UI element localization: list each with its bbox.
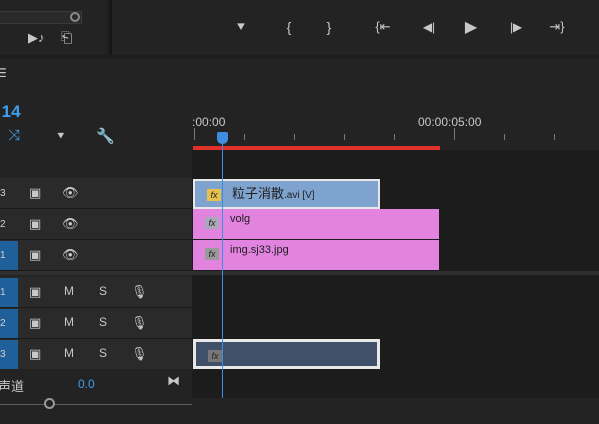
source-scrub-handle[interactable] bbox=[70, 12, 80, 22]
play-icon[interactable]: ▶ bbox=[460, 17, 482, 37]
toggle-sync-lock-icon[interactable]: ▣ bbox=[29, 346, 41, 362]
go-to-in-icon[interactable]: {⇤ bbox=[372, 17, 394, 37]
track-target-v2[interactable]: 2 bbox=[0, 210, 18, 239]
track-header-a3: 3 ▣ M S 🎙 bbox=[0, 339, 192, 370]
master-track-header: 声道 0.0 ⧓ bbox=[0, 369, 192, 397]
track-target-a2[interactable]: 2 bbox=[0, 309, 18, 338]
toggle-sync-lock-icon[interactable]: ▣ bbox=[29, 284, 41, 300]
step-forward-icon[interactable]: |▶ bbox=[505, 17, 527, 37]
solo-button[interactable]: S bbox=[99, 284, 107, 298]
eye-icon[interactable]: 👁 bbox=[62, 216, 79, 232]
track-target-a3[interactable]: 3 bbox=[0, 340, 18, 369]
export-frame-icon[interactable]: ▶♪ bbox=[28, 30, 45, 46]
track-header-a1: 1 ▣ M S 🎙 bbox=[0, 277, 192, 308]
toggle-sync-lock-icon[interactable]: ▣ bbox=[29, 185, 41, 201]
video-audio-divider[interactable] bbox=[0, 271, 599, 275]
wrench-icon[interactable]: 🔧 bbox=[96, 127, 115, 145]
mute-button[interactable]: M bbox=[64, 284, 74, 298]
playhead-handle[interactable] bbox=[217, 132, 228, 144]
step-back-icon[interactable]: ◀| bbox=[418, 17, 440, 37]
solo-button[interactable]: S bbox=[99, 346, 107, 360]
source-monitor-panel bbox=[0, 0, 107, 55]
fx-badge: fx bbox=[205, 248, 219, 260]
track-target-v3[interactable]: 3 bbox=[0, 179, 18, 208]
toggle-sync-lock-icon[interactable]: ▣ bbox=[29, 247, 41, 263]
zoom-scrollbar-handle[interactable] bbox=[44, 398, 55, 409]
add-marker-icon[interactable]: ⯆ bbox=[56, 129, 66, 144]
toggle-sync-lock-icon[interactable]: ▣ bbox=[29, 315, 41, 331]
panel-menu-icon[interactable]: ☰ bbox=[0, 66, 7, 80]
track-header-v1: 1 ▣ 👁 bbox=[0, 240, 192, 271]
microphone-icon[interactable]: 🎙 bbox=[131, 315, 148, 331]
clip-v1[interactable]: fx img.sj33.jpg bbox=[193, 240, 439, 270]
ruler-mid-label: 00:00:05:00 bbox=[418, 115, 482, 129]
mute-button[interactable]: M bbox=[64, 346, 74, 360]
clip-name: 粒子消散.avi [V] bbox=[232, 186, 315, 201]
clip-name: img.sj33.jpg bbox=[230, 244, 289, 256]
zoom-scrollbar-track[interactable] bbox=[0, 404, 192, 405]
add-marker-icon[interactable]: ⯆ bbox=[230, 17, 252, 37]
snap-icon[interactable]: ⤨ bbox=[8, 127, 20, 144]
time-ruler[interactable]: :00:00 00:00:05:00 bbox=[192, 110, 599, 148]
insert-icon[interactable]: ⎗ bbox=[61, 29, 72, 46]
fx-badge: fx bbox=[208, 350, 222, 362]
zoom-scrollbar-area bbox=[0, 398, 599, 424]
eye-icon[interactable]: 👁 bbox=[62, 247, 79, 263]
microphone-icon[interactable]: 🎙 bbox=[131, 284, 148, 300]
track-header-a2: 2 ▣ M S 🎙 bbox=[0, 308, 192, 339]
track-header-v2: 2 ▣ 👁 bbox=[0, 209, 192, 240]
ruler-start-label: :00:00 bbox=[192, 115, 226, 129]
mark-out-icon[interactable]: } bbox=[318, 17, 340, 37]
master-volume-value[interactable]: 0.0 bbox=[78, 377, 95, 391]
program-monitor-controls: ⯆ { } {⇤ ◀| ▶ |▶ ⇥} bbox=[110, 0, 599, 55]
mark-in-icon[interactable]: { bbox=[278, 17, 300, 37]
solo-button[interactable]: S bbox=[99, 315, 107, 329]
playhead-line[interactable] bbox=[222, 140, 223, 398]
master-label: 声道 bbox=[0, 379, 25, 394]
track-target-v1[interactable]: 1 bbox=[0, 241, 18, 270]
fx-badge: fx bbox=[207, 189, 221, 201]
eye-icon[interactable]: 👁 bbox=[62, 185, 79, 201]
go-to-out-icon[interactable]: ⇥} bbox=[546, 17, 568, 37]
microphone-icon[interactable]: 🎙 bbox=[131, 346, 148, 362]
track-header-v3: 3 ▣ 👁 bbox=[0, 178, 192, 209]
fx-badge: fx bbox=[205, 217, 219, 229]
clip-v2[interactable]: fx volg bbox=[193, 209, 439, 239]
track-target-a1[interactable]: 1 bbox=[0, 278, 18, 307]
toggle-sync-lock-icon[interactable]: ▣ bbox=[29, 216, 41, 232]
playhead-timecode[interactable]: :14 bbox=[0, 102, 21, 122]
mute-button[interactable]: M bbox=[64, 315, 74, 329]
clip-name: volg bbox=[230, 213, 251, 225]
bowtie-icon[interactable]: ⧓ bbox=[167, 373, 180, 389]
